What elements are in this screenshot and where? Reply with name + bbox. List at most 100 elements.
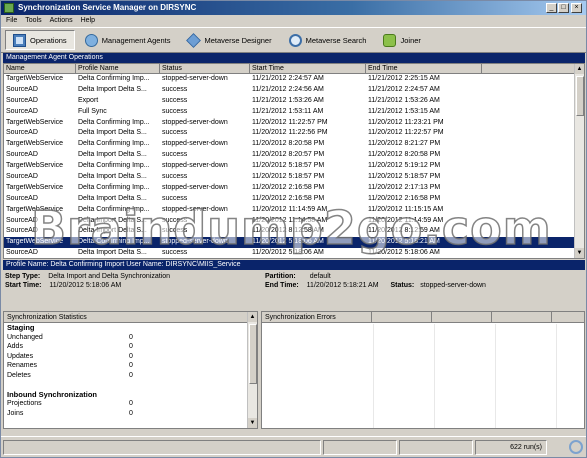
table-row[interactable]: SourceAD Delta Import Delta S... success 11… — [4, 216, 584, 227]
status-bar: 622 run(s) — [1, 436, 586, 457]
menu-file[interactable]: File — [6, 17, 17, 24]
stats-scrollbar[interactable]: ▲ ▼ — [247, 312, 257, 428]
cell-start-time: 11/21/2012 2:24:56 AM — [252, 85, 324, 93]
cell-name: SourceAD — [6, 227, 38, 235]
management-agents-button[interactable]: Management Agents — [78, 30, 178, 50]
joiner-button[interactable]: Joiner — [376, 30, 427, 50]
sync-statistics-list: Staging Unchanged 0 Adds 0 Updates 0 Renames 0 De… — [4, 323, 257, 418]
cell-end-time: 11/20/2012 2:17:13 PM — [368, 183, 441, 191]
table-row[interactable]: TargetWebService Delta Confirming Imp... s… — [4, 237, 584, 249]
cell-start-time: 11/20/2012 8:12:58 AM — [252, 227, 324, 235]
title-bar[interactable]: Synchronization Service Manager on DIRSY… — [1, 1, 586, 15]
operations-grid: Name Profile Name Status Start Time End … — [3, 63, 585, 259]
errors-column-5 — [552, 312, 584, 322]
sync-statistics-panel: Synchronization Statistics Staging Unchan… — [3, 311, 258, 429]
stats-scroll-up-icon[interactable]: ▲ — [248, 312, 257, 322]
status-value: stopped-server-down — [420, 282, 486, 289]
stat-value: 0 — [129, 409, 133, 417]
table-row[interactable]: TargetWebService Delta Confirming Imp... s… — [4, 118, 584, 129]
stat-row: Projections 0 — [4, 399, 257, 409]
errors-col-line — [434, 324, 435, 428]
cell-profile-name: Export — [78, 96, 99, 104]
step-type-value: Delta Import and Delta Synchronization — [48, 273, 171, 280]
cell-end-time: 11/20/2012 5:19:12 PM — [368, 162, 441, 170]
run-details: Step Type: Delta Import and Delta Synchr… — [3, 271, 585, 303]
cell-filler — [482, 226, 584, 237]
errors-column-4 — [492, 312, 552, 322]
cell-end-time: 11/20/2012 11:22:57 PM — [368, 129, 444, 137]
table-row[interactable]: SourceAD Export success 11/21/2012 1:53:26 … — [4, 96, 584, 107]
cell-status: stopped-server-down — [162, 183, 228, 191]
column-name[interactable]: Name — [4, 64, 76, 73]
scroll-up-icon[interactable]: ▲ — [575, 64, 584, 74]
cell-profile-name: Delta Import Delta S... — [78, 173, 147, 181]
column-profile-name[interactable]: Profile Name — [76, 64, 160, 73]
column-start-time[interactable]: Start Time — [250, 64, 366, 73]
stat-label: Unchanged — [7, 333, 43, 341]
cell-filler — [482, 237, 584, 248]
cell-status: success — [162, 227, 188, 235]
partition-value: default — [309, 273, 331, 280]
metaverse-search-button[interactable]: Metaverse Search — [282, 30, 374, 50]
cell-name: SourceAD — [6, 173, 38, 181]
cell-status: success — [162, 129, 188, 137]
table-row[interactable]: SourceAD Full Sync success 11/21/2012 1:53:… — [4, 107, 584, 118]
stats-scroll-thumb[interactable] — [249, 324, 257, 384]
cell-end-time: 11/21/2012 1:53:15 AM — [368, 107, 440, 115]
stat-group-heading: Inbound Synchronization — [4, 390, 257, 400]
operations-button[interactable]: Operations — [5, 30, 75, 50]
scroll-down-icon[interactable]: ▼ — [575, 248, 584, 258]
cell-status: stopped-server-down — [162, 162, 228, 170]
cell-filler — [482, 128, 584, 139]
column-end-time[interactable]: End Time — [366, 64, 482, 73]
refresh-icon[interactable] — [569, 440, 583, 454]
cell-name: TargetWebService — [6, 183, 64, 191]
table-row[interactable]: SourceAD Delta Import Delta S... success 11… — [4, 248, 584, 258]
table-row[interactable]: SourceAD Delta Import Delta S... success 11… — [4, 85, 584, 96]
table-row[interactable]: SourceAD Delta Import Delta S... success 11… — [4, 226, 584, 237]
cell-status: success — [162, 173, 188, 181]
cell-profile-name: Delta Confirming Imp... — [78, 162, 150, 170]
table-row[interactable]: SourceAD Delta Import Delta S... success 11… — [4, 128, 584, 139]
maximize-button[interactable]: □ — [558, 3, 569, 13]
table-row[interactable]: SourceAD Delta Import Delta S... success 11… — [4, 172, 584, 183]
cell-profile-name: Delta Import Delta S... — [78, 85, 147, 93]
scroll-thumb[interactable] — [576, 76, 584, 116]
cell-start-time: 11/20/2012 5:18:06 AM — [252, 249, 324, 257]
cell-status: success — [162, 107, 188, 115]
table-row[interactable]: TargetWebService Delta Confirming Imp... s… — [4, 161, 584, 172]
stats-scroll-down-icon[interactable]: ▼ — [248, 418, 257, 428]
close-button[interactable]: × — [571, 3, 582, 13]
metaverse-designer-button[interactable]: Metaverse Designer — [180, 30, 278, 50]
minimize-button[interactable]: _ — [546, 3, 557, 13]
cell-status: success — [162, 96, 188, 104]
status-pane-main — [3, 439, 321, 455]
grid-scrollbar[interactable]: ▲ ▼ — [574, 64, 584, 258]
stat-row: Joins 0 — [4, 409, 257, 419]
cell-status: success — [162, 216, 188, 224]
metaverse-search-icon — [288, 33, 302, 47]
table-row[interactable]: TargetWebService Delta Confirming Imp... s… — [4, 74, 584, 85]
cell-status: stopped-server-down — [162, 118, 228, 126]
cell-end-time: 11/20/2012 5:18:06 AM — [368, 249, 440, 257]
cell-end-time: 11/20/2012 5:18:21 AM — [368, 238, 440, 246]
table-row[interactable]: TargetWebService Delta Confirming Imp... s… — [4, 183, 584, 194]
stat-value: 0 — [129, 362, 133, 369]
stat-value — [129, 390, 257, 400]
menu-tools[interactable]: Tools — [25, 17, 41, 24]
end-time-label: End Time: — [265, 282, 299, 289]
table-row[interactable]: TargetWebService Delta Confirming Imp... s… — [4, 205, 584, 216]
cell-end-time: 11/20/2012 8:12:59 AM — [368, 227, 440, 235]
column-filler — [482, 64, 584, 73]
cell-profile-name: Delta Confirming Imp... — [78, 140, 150, 148]
menu-actions[interactable]: Actions — [50, 17, 73, 24]
table-row[interactable]: SourceAD Delta Import Delta S... success 11… — [4, 194, 584, 205]
cell-end-time: 11/21/2012 2:24:57 AM — [368, 85, 440, 93]
column-status[interactable]: Status — [160, 64, 250, 73]
management-agents-icon — [84, 33, 98, 47]
menu-help[interactable]: Help — [81, 17, 95, 24]
cell-name: SourceAD — [6, 107, 38, 115]
table-row[interactable]: TargetWebService Delta Confirming Imp... s… — [4, 139, 584, 150]
stat-label: Staging — [7, 323, 35, 332]
table-row[interactable]: SourceAD Delta Import Delta S... success 11… — [4, 150, 584, 161]
